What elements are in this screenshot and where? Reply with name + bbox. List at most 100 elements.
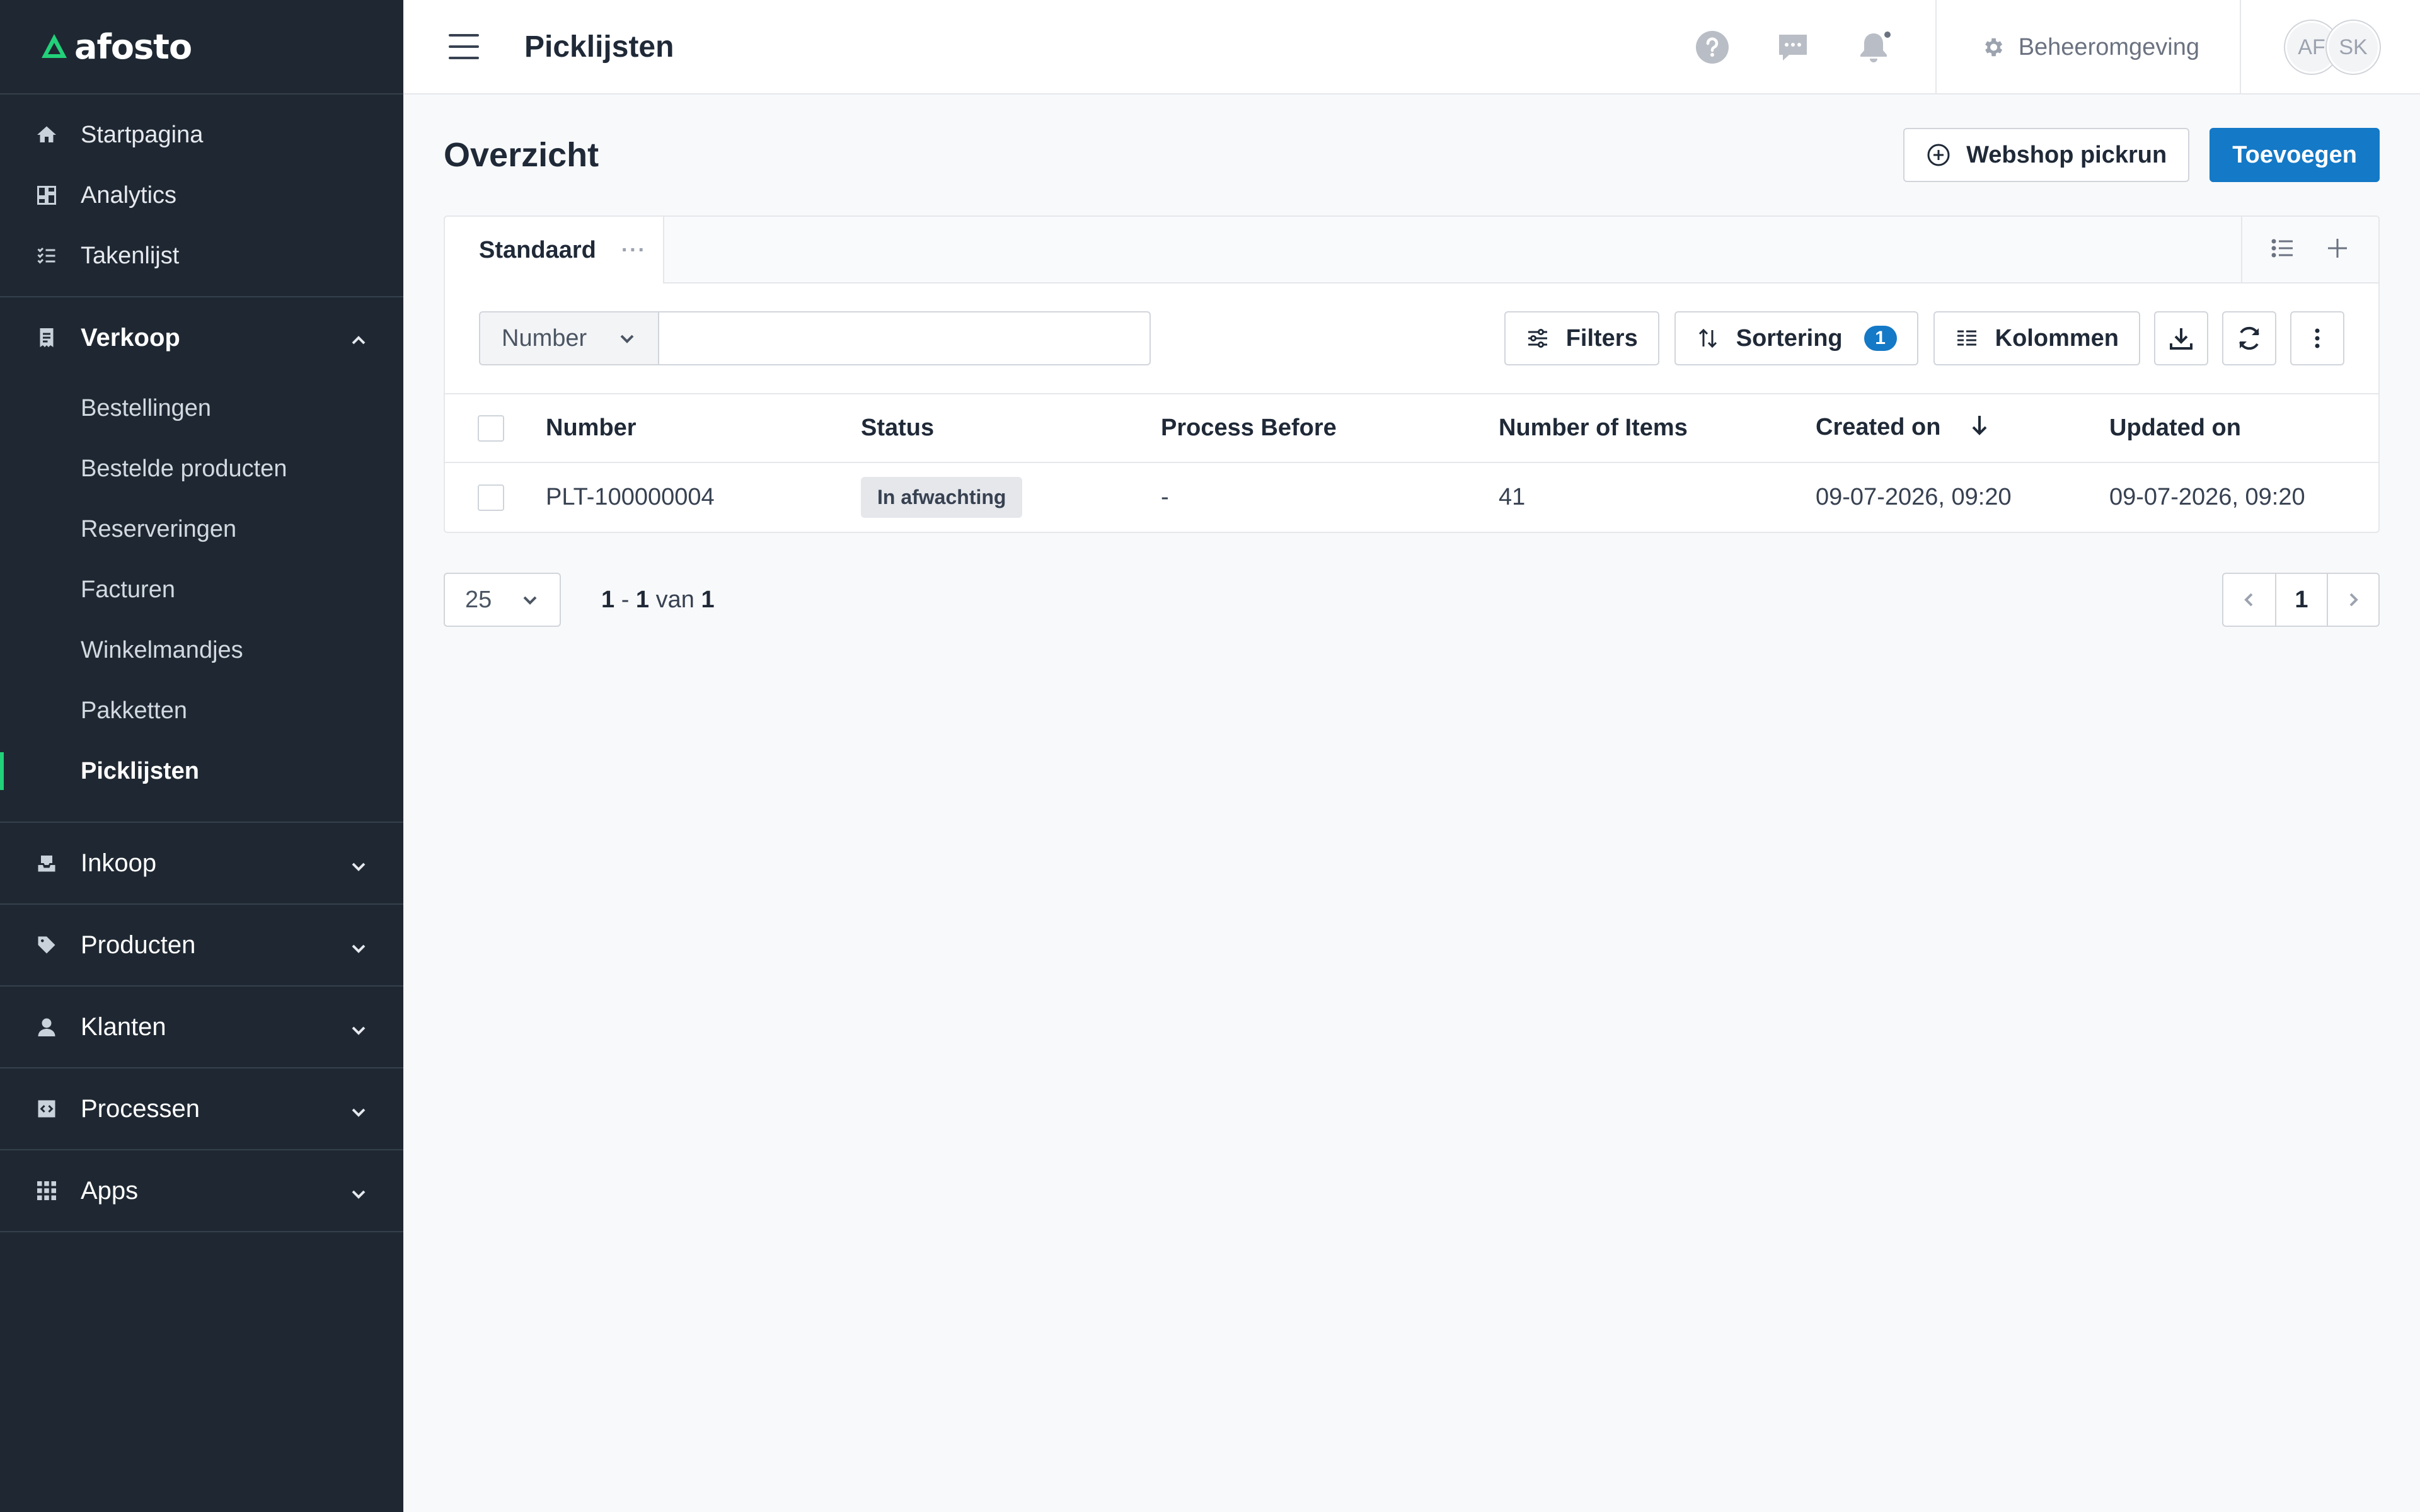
sidebar-section-label: Producten [81, 931, 196, 959]
menu-icon[interactable] [449, 34, 479, 59]
per-page-select[interactable]: 25 [444, 573, 561, 627]
download-button[interactable] [2154, 311, 2208, 365]
tab-label: Standaard [479, 236, 596, 263]
sidebar-item-pakketten[interactable]: Pakketten [0, 680, 403, 741]
sidebar-section-label: Verkoop [81, 323, 180, 352]
sidebar-section-verkoop[interactable]: Verkoop [0, 297, 403, 378]
columns-icon [1957, 330, 1976, 346]
sidebar-item-bestelde-producten[interactable]: Bestelde producten [0, 438, 403, 499]
dashboard-icon [35, 184, 58, 207]
home-icon [35, 123, 58, 146]
sorting-count-badge: 1 [1864, 326, 1897, 351]
list-card: Standaard ··· Number Filters Sortering 1… [444, 215, 2380, 533]
columns-button[interactable]: Kolommen [1933, 311, 2140, 365]
chevron-down-icon [349, 1099, 368, 1118]
select-all-cell [445, 394, 546, 463]
afosto-logo-icon [42, 34, 67, 58]
button-label: Filters [1565, 324, 1638, 352]
user-icon [35, 1016, 58, 1038]
table-toolbar: Number Filters Sortering 1 Kolommen [445, 284, 2378, 394]
search-field-select[interactable]: Number [479, 311, 659, 365]
chevron-down-icon [620, 335, 634, 343]
add-view-icon[interactable] [2324, 235, 2351, 265]
column-header-number[interactable]: Number [546, 394, 861, 463]
previous-page-button[interactable] [2223, 574, 2275, 626]
toolbar-actions: Filters Sortering 1 Kolommen [1489, 311, 2344, 365]
cell-number[interactable]: PLT-100000004 [546, 462, 861, 532]
grid-icon [35, 1179, 58, 1202]
cell-number-of-items: 41 [1499, 484, 1526, 510]
sidebar: afosto Startpagina Analytics Takenlijst [0, 0, 403, 1512]
range-start: 1 [601, 586, 615, 613]
status-badge: In afwachting [861, 477, 1023, 518]
column-header-updated-on[interactable]: Updated on [2109, 394, 2378, 463]
cell-status: In afwachting [861, 462, 1161, 532]
sidebar-section-apps[interactable]: Apps [0, 1150, 403, 1231]
sidebar-section-klanten[interactable]: Klanten [0, 987, 403, 1067]
avatar-group[interactable]: AF SK [2241, 21, 2420, 74]
page-title: Picklijsten [524, 30, 674, 64]
sidebar-section-label: Klanten [81, 1012, 166, 1041]
sidebar-item-picklijsten[interactable]: Picklijsten [0, 741, 403, 801]
button-label: Kolommen [1995, 324, 2119, 352]
cell-created-on: 09-07-2026, 09:20 [1816, 484, 2012, 510]
table-row[interactable]: PLT-100000004 In afwachting - 41 09-07-2… [445, 462, 2378, 532]
search-input[interactable] [659, 311, 1151, 365]
select-all-checkbox[interactable] [478, 415, 504, 442]
sidebar-item-startpagina[interactable]: Startpagina [0, 105, 403, 165]
cell-updated-on: 09-07-2026, 09:20 [2109, 484, 2305, 510]
nav-producten-group: Producten [0, 905, 403, 987]
sorting-button[interactable]: Sortering 1 [1674, 311, 1918, 365]
admin-environment-link[interactable]: Beheeromgeving [1937, 34, 2240, 61]
more-options-button[interactable] [2290, 311, 2344, 365]
sidebar-item-reserveringen[interactable]: Reserveringen [0, 499, 403, 559]
sidebar-section-label: Processen [81, 1094, 200, 1123]
sidebar-item-winkelmandjes[interactable]: Winkelmandjes [0, 620, 403, 680]
help-icon[interactable] [1693, 28, 1731, 66]
sidebar-section-producten[interactable]: Producten [0, 905, 403, 985]
list-view-icon[interactable] [2270, 235, 2296, 265]
row-checkbox[interactable] [478, 484, 504, 512]
filters-button[interactable]: Filters [1504, 311, 1659, 365]
sidebar-section-label: Inkoop [81, 849, 157, 877]
chevron-down-icon [349, 1181, 368, 1200]
column-header-status[interactable]: Status [861, 394, 1161, 463]
add-button[interactable]: Toevoegen [2210, 128, 2380, 182]
sidebar-item-analytics[interactable]: Analytics [0, 165, 403, 226]
page-button-current[interactable]: 1 [2275, 574, 2327, 626]
refresh-icon [2239, 326, 2259, 350]
section-title: Overzicht [444, 136, 599, 174]
refresh-button[interactable] [2222, 311, 2276, 365]
more-vertical-icon [2315, 328, 2320, 348]
sidebar-item-takenlijst[interactable]: Takenlijst [0, 226, 403, 286]
column-header-created-on[interactable]: Created on [1816, 394, 2109, 463]
checklist-icon [35, 244, 58, 267]
button-label: Webshop pickrun [1966, 141, 2167, 168]
sidebar-section-inkoop[interactable]: Inkoop [0, 823, 403, 903]
sidebar-item-bestellingen[interactable]: Bestellingen [0, 378, 403, 438]
topbar: Picklijsten Beheeromgeving AF SK [403, 0, 2420, 94]
more-horizontal-icon[interactable]: ··· [621, 238, 647, 263]
topbar-actions: Beheeromgeving AF SK [1693, 0, 2420, 94]
arrow-down-icon [1970, 415, 1989, 442]
chevron-down-icon [349, 936, 368, 954]
column-header-process-before[interactable]: Process Before [1161, 394, 1499, 463]
column-header-number-of-items[interactable]: Number of Items [1499, 394, 1816, 463]
admin-environment-label: Beheeromgeving [2018, 33, 2199, 60]
gear-icon [1985, 38, 2002, 57]
picklists-table: Number Status Process Before Number of I… [445, 394, 2378, 532]
receipt-icon [35, 326, 58, 349]
view-tabs: Standaard ··· [445, 217, 2378, 284]
next-page-button[interactable] [2327, 574, 2378, 626]
sort-icon [1698, 328, 1717, 348]
bell-icon[interactable] [1855, 28, 1893, 66]
avatar[interactable]: SK [2327, 21, 2380, 74]
range-of: van [655, 586, 694, 613]
sidebar-section-processen[interactable]: Processen [0, 1068, 403, 1149]
tab-standaard[interactable]: Standaard ··· [445, 217, 664, 284]
logo[interactable]: afosto [0, 0, 403, 94]
view-tools [2241, 217, 2378, 282]
webshop-pickrun-button[interactable]: Webshop pickrun [1903, 128, 2190, 182]
chat-icon[interactable] [1774, 28, 1812, 66]
sidebar-item-facturen[interactable]: Facturen [0, 559, 403, 620]
